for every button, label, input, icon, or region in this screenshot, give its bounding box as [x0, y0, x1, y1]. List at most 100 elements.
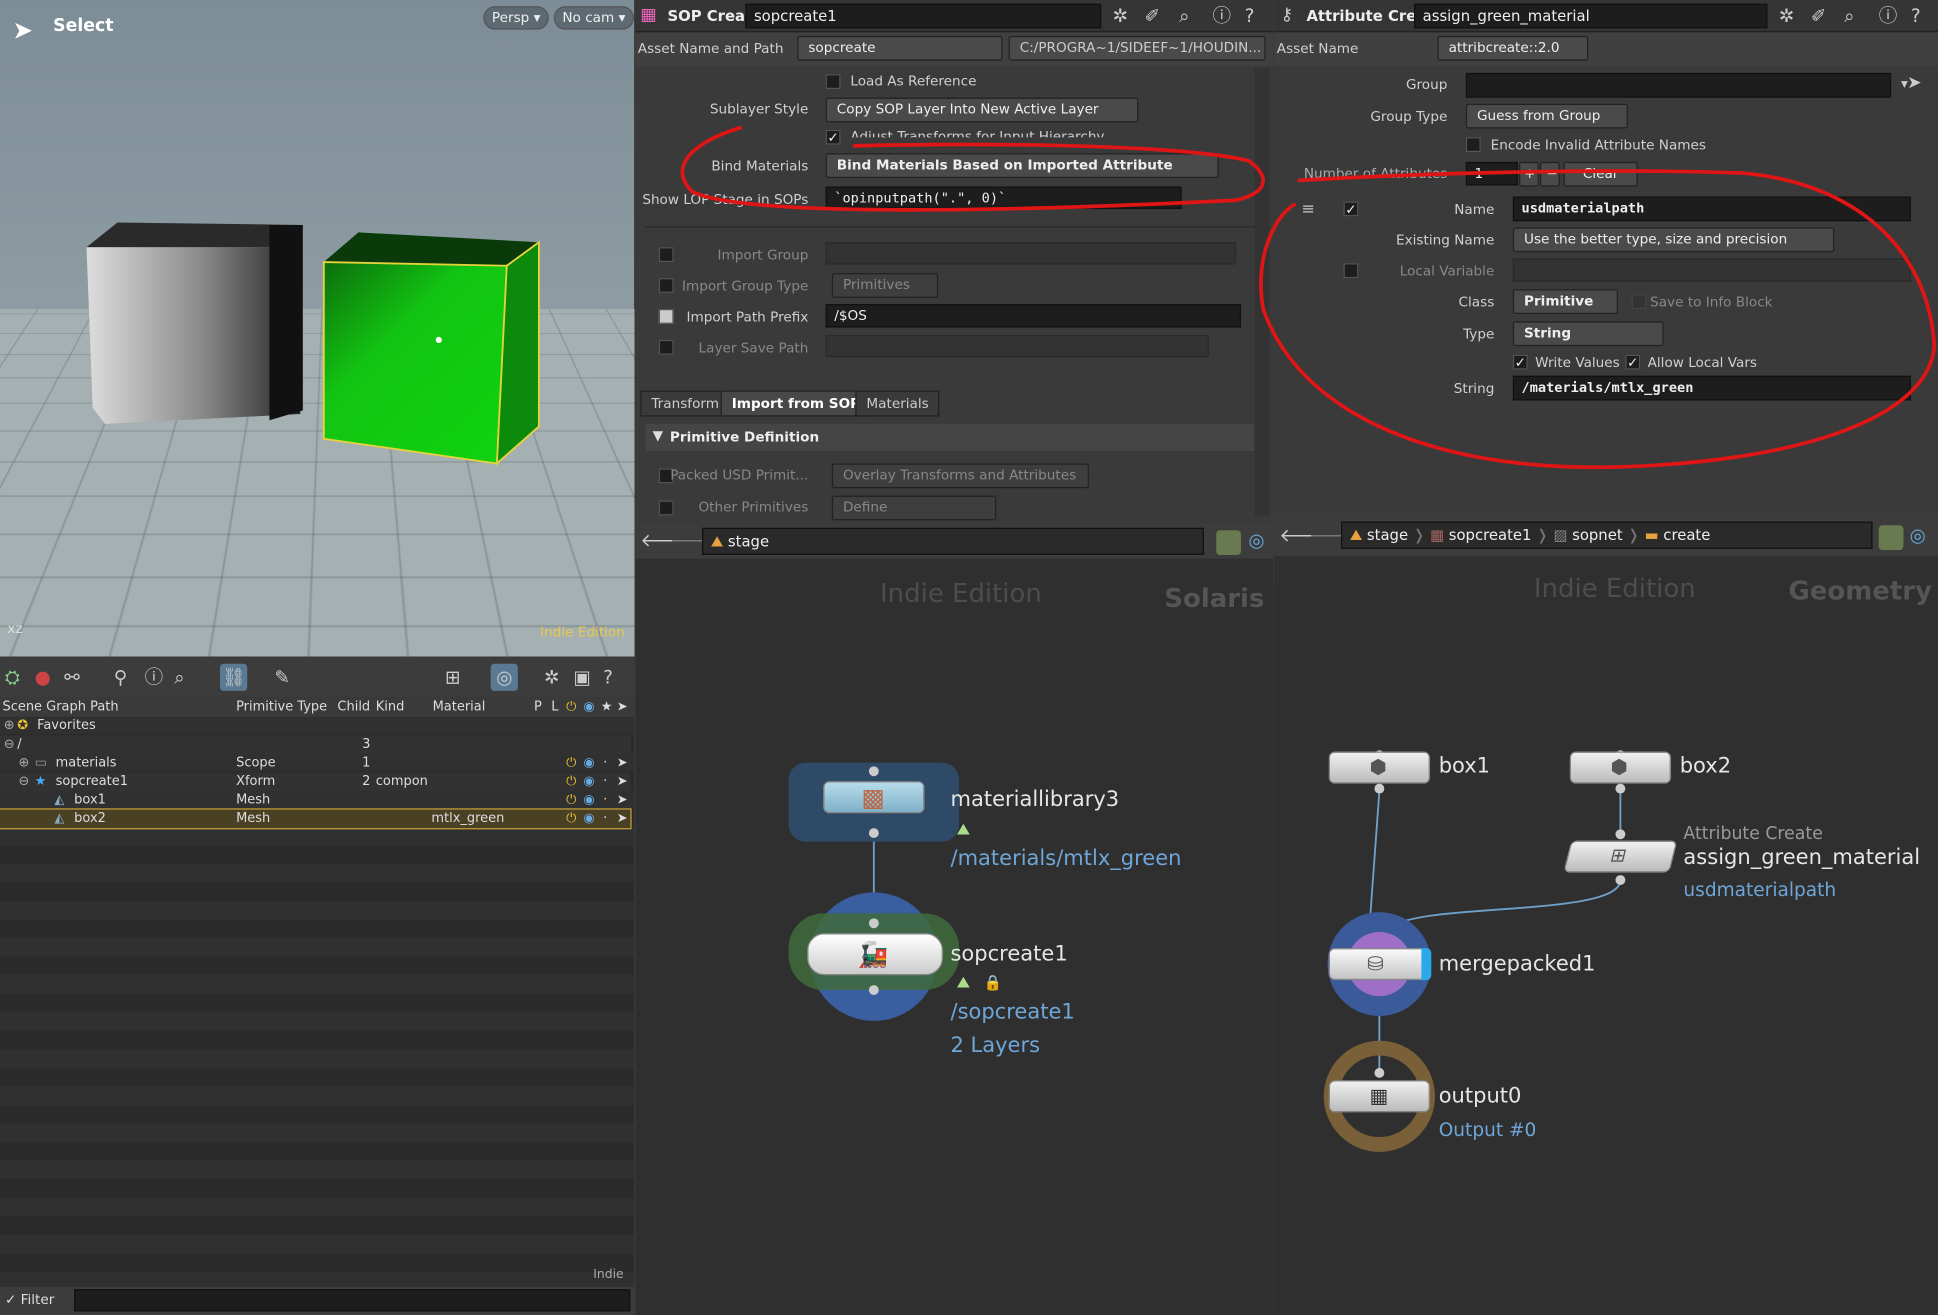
tab-materials[interactable]: Materials [855, 390, 940, 417]
remove-attribute-button[interactable]: − [1540, 161, 1560, 187]
sopcreate1-input[interactable] [868, 918, 879, 929]
crumb-stage[interactable]: stage [1367, 527, 1408, 544]
tree-row-selected[interactable]: ◭ box2 Mesh mtlx_green ⏻ ◉ · ➤ [0, 808, 632, 830]
class-menu[interactable]: Primitive [1512, 289, 1618, 314]
target-icon[interactable]: ◎ [490, 663, 518, 691]
mask-icon[interactable]: ⚯ [64, 667, 80, 687]
sopcreate1-node[interactable]: 🚂 [807, 933, 944, 976]
sublayer-style-menu[interactable]: Copy SOP Layer Into New Active Layer [825, 97, 1139, 123]
type-menu[interactable]: String [1512, 321, 1664, 347]
hierarchy-icon[interactable]: ⚲ [114, 667, 128, 687]
col-active-icon[interactable]: ⏻ [566, 697, 576, 717]
import-group-type-menu[interactable]: Primitives [831, 273, 939, 298]
tree-row[interactable]: ⊖/3 [0, 735, 631, 754]
filter-label[interactable]: ✓ Filter [5, 1292, 54, 1308]
materiallibrary3-input[interactable] [868, 766, 879, 777]
layout-icon[interactable]: ⊞ [445, 667, 461, 687]
string-value-field[interactable]: /materials/mtlx_green [1512, 375, 1911, 401]
col-child[interactable]: Child [337, 697, 370, 717]
col-l[interactable]: L [551, 697, 558, 717]
attr-create-output[interactable] [1615, 875, 1626, 885]
encode-invalid-checkbox[interactable] [1465, 137, 1481, 153]
existing-name-menu[interactable]: Use the better type, size and precision [1512, 227, 1835, 253]
save-info-block-checkbox[interactable] [1631, 294, 1647, 309]
tree-row[interactable]: ⊖ ★ sopcreate1 Xform 2 compon ⏻ ◉ · ➤ [0, 772, 631, 792]
brush-icon[interactable]: ✐ [1811, 6, 1827, 26]
local-variable-field[interactable] [1512, 258, 1911, 282]
group-field[interactable] [1465, 72, 1892, 98]
col-material[interactable]: Material [433, 697, 486, 717]
brush-icon[interactable]: ✐ [1145, 6, 1161, 26]
layer-save-path-field[interactable] [825, 334, 1209, 358]
info-icon[interactable]: ⓘ [1213, 6, 1232, 26]
box1-node[interactable]: ⬢ [1328, 751, 1431, 784]
col-path[interactable]: Scene Graph Path [2, 697, 118, 717]
attr-asset-name-menu[interactable]: attribcreate::2.0 [1437, 35, 1589, 61]
geometry-network-editor[interactable]: Indie Edition Geometry ⬢ box1 ⬢ box2 ⊞ A… [1274, 556, 1938, 1315]
sop-create-node-name-field[interactable]: sopcreate1 [745, 3, 1102, 29]
col-p[interactable]: P [534, 697, 542, 717]
asset-name-menu[interactable]: sopcreate [797, 35, 1003, 61]
box2-output[interactable] [1615, 783, 1626, 794]
crumb-sopcreate1[interactable]: sopcreate1 [1449, 527, 1532, 544]
help-icon[interactable]: ? [603, 667, 613, 687]
solaris-network-editor[interactable]: Indie Edition Solaris ▩ materiallibrary3… [635, 558, 1274, 1315]
link-icon[interactable]: ⛓ [220, 663, 248, 691]
display-flag[interactable] [1421, 948, 1432, 981]
group-select-arrow-icon[interactable]: ➤ [1907, 73, 1922, 93]
filter-input[interactable] [74, 1289, 631, 1312]
number-of-attributes-field[interactable]: 1 [1465, 161, 1518, 186]
pin-icon[interactable] [1878, 525, 1904, 551]
help-icon[interactable]: ? [1911, 6, 1921, 26]
tree-row[interactable]: ⊕ ▭ materials Scope 1 ⏻ ◉ · ➤ [0, 754, 630, 773]
tree-row[interactable]: ◭ box1 Mesh ⏻ ◉ · ➤ [0, 791, 630, 810]
asset-path-menu[interactable]: C:/PROGRA~1/SIDEEF~1/HOUDIN... [1008, 35, 1266, 61]
scene-viewport[interactable]: ➤ Select Persp ▾ No cam ▾ xz Indie Editi… [0, 0, 635, 657]
col-select-icon[interactable]: ➤ [617, 697, 628, 717]
packed-usd-menu[interactable]: Overlay Transforms and Attributes [831, 463, 1089, 489]
bind-materials-menu[interactable]: Bind Materials Based on Imported Attribu… [825, 153, 1219, 178]
col-prim-type[interactable]: Primitive Type [236, 697, 327, 717]
assign-green-material-node[interactable]: ⊞ [1563, 840, 1678, 873]
pen-icon[interactable]: ✎ [274, 667, 290, 687]
parameter-scrollbar[interactable] [1254, 67, 1270, 516]
persp-menu-button[interactable]: Persp ▾ [483, 6, 550, 30]
info-icon[interactable]: ⓘ [145, 667, 164, 687]
attribute-create-node-name-field[interactable]: assign_green_material [1413, 3, 1768, 29]
tree-row[interactable]: ⊕ ✪ Favorites [0, 717, 630, 736]
sopcreate1-output[interactable] [868, 985, 879, 995]
search-zoom-icon[interactable]: ⌕ [174, 667, 184, 687]
gear-icon[interactable]: ✲ [1779, 6, 1795, 26]
geometry-breadcrumb[interactable]: ⛰ stage ❭ ▦ sopcreate1 ❭ ▨ sopnet ❭ ▬ cr… [1341, 521, 1873, 549]
mergepacked1-node[interactable]: ⛁ [1328, 948, 1432, 981]
search-icon[interactable]: ⌕ [1179, 6, 1189, 26]
col-star-icon[interactable]: ★ [601, 697, 613, 717]
camera-menu-button[interactable]: No cam ▾ [553, 6, 635, 30]
scene-graph-icon[interactable]: ⛭ [5, 667, 20, 687]
show-lop-field[interactable]: `opinputpath(".", 0)` [825, 186, 1182, 209]
load-as-reference-checkbox[interactable] [825, 74, 841, 89]
add-attribute-button[interactable]: + [1519, 161, 1539, 187]
gear-icon[interactable]: ✲ [544, 667, 560, 687]
write-values-checkbox[interactable]: ✓ [1512, 354, 1528, 370]
primitive-definition-section[interactable]: ▼ Primitive Definition [645, 423, 1256, 452]
col-visible-icon[interactable]: ◉ [583, 697, 594, 717]
import-group-field[interactable] [825, 242, 1236, 265]
target-icon[interactable]: ◎ [1248, 530, 1264, 550]
output0-input[interactable] [1374, 1067, 1385, 1078]
target-icon[interactable]: ◎ [1910, 525, 1926, 545]
crumb-create[interactable]: create [1663, 527, 1710, 544]
adjust-transforms-checkbox[interactable]: ✓ [825, 129, 841, 145]
box1-output[interactable] [1374, 783, 1385, 794]
attribute-name-field[interactable]: usdmaterialpath [1512, 196, 1911, 222]
output0-node[interactable]: ▦ [1328, 1080, 1431, 1113]
info-icon[interactable]: ⓘ [1879, 6, 1898, 26]
box2-node[interactable]: ⬢ [1569, 751, 1672, 784]
record-icon[interactable]: ● [35, 667, 51, 687]
allow-local-vars-checkbox[interactable]: ✓ [1625, 354, 1641, 370]
materiallibrary3-output[interactable] [868, 828, 879, 839]
col-kind[interactable]: Kind [376, 697, 405, 717]
briefcase-icon[interactable]: ▣ [574, 667, 592, 687]
clear-button[interactable]: Clear [1563, 161, 1638, 187]
pin-icon[interactable] [1216, 530, 1241, 555]
